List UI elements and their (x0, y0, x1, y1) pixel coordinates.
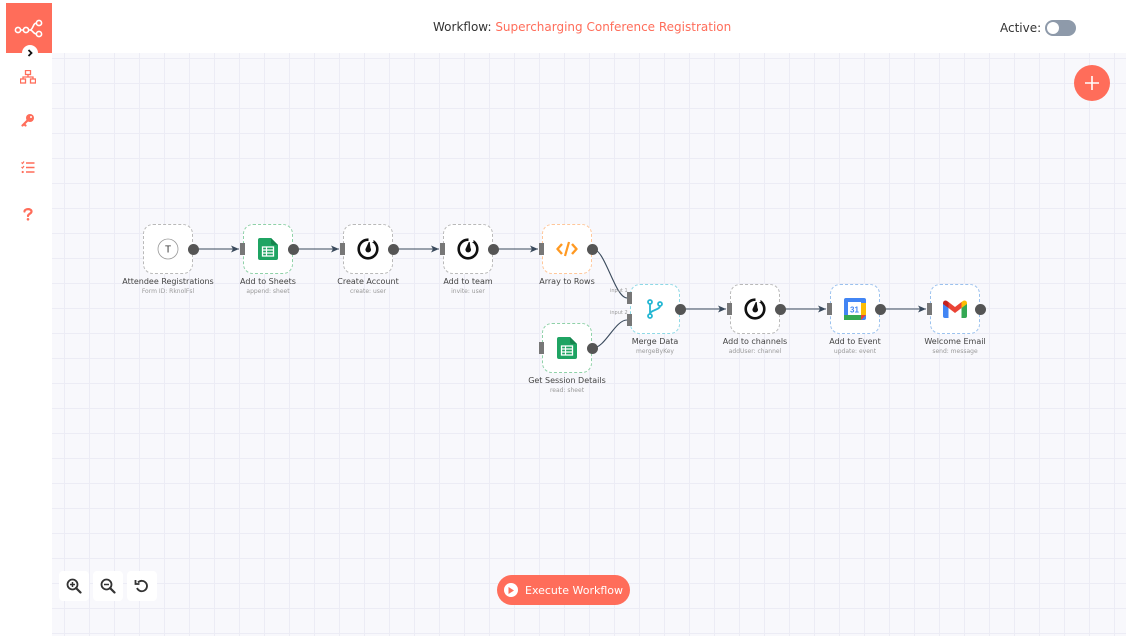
gmail-icon (943, 300, 967, 318)
execute-workflow-label: Execute Workflow (525, 583, 623, 597)
header: Workflow: Supercharging Conference Regis… (52, 0, 1136, 53)
output-port[interactable] (675, 303, 686, 315)
mattermost-icon (457, 238, 479, 260)
arrow-head (818, 305, 826, 313)
node-event[interactable]: 31 (830, 284, 880, 334)
input-port[interactable] (240, 243, 245, 255)
google-calendar-icon: 31 (844, 298, 866, 320)
sidebar-item-credentials[interactable] (18, 110, 38, 130)
mattermost-icon (744, 298, 766, 320)
output-port[interactable] (587, 243, 598, 255)
zoom-in-icon (66, 578, 82, 594)
input-port[interactable] (539, 342, 544, 354)
node-label: Get Session Details (528, 376, 606, 385)
arrow-head (231, 245, 239, 253)
output-port[interactable] (288, 243, 299, 255)
input-port[interactable] (539, 243, 544, 255)
play-icon (504, 583, 518, 597)
svg-text:T: T (165, 245, 171, 256)
workflow-canvas[interactable]: T Attendee Registrations Form ID: RknolFsl… (52, 53, 1126, 636)
node-label: Welcome Email (924, 337, 986, 346)
google-sheets-icon (258, 238, 278, 260)
arrow-head (530, 245, 538, 253)
active-control: Active: (1000, 20, 1077, 36)
arrow-head (918, 305, 926, 313)
expand-sidebar-button[interactable] (22, 45, 38, 61)
network-icon (20, 70, 36, 84)
input-port-2[interactable] (627, 314, 632, 326)
output-port[interactable] (388, 243, 399, 255)
output-port[interactable] (975, 303, 986, 315)
workflow-title-prefix: Workflow: (433, 20, 496, 34)
node-merge[interactable] (630, 284, 680, 334)
workflow-name[interactable]: Supercharging Conference Registration (495, 20, 731, 34)
zoom-out-icon (100, 578, 116, 594)
workflow-title: Workflow: Supercharging Conference Regis… (433, 20, 731, 34)
sidebar-item-executions[interactable] (18, 157, 38, 177)
node-email[interactable] (930, 284, 980, 334)
input-port[interactable] (340, 243, 345, 255)
output-port[interactable] (188, 243, 199, 255)
sidebar-item-help[interactable] (18, 204, 38, 224)
node-subtitle: invite: user (451, 288, 485, 295)
merge-icon (647, 299, 663, 319)
input-label: input 1 (610, 288, 628, 294)
reset-zoom-button[interactable] (127, 571, 157, 601)
arrow-head (431, 245, 439, 253)
input-label: input 2 (610, 310, 628, 316)
output-port[interactable] (875, 303, 886, 315)
node-create[interactable] (343, 224, 393, 274)
question-icon (23, 208, 33, 221)
key-icon (21, 114, 34, 127)
zoom-in-button[interactable] (59, 571, 89, 601)
input-port[interactable] (440, 243, 445, 255)
code-icon (556, 241, 578, 257)
node-team[interactable] (443, 224, 493, 274)
input-port[interactable] (927, 303, 932, 315)
active-label: Active: (1000, 21, 1042, 35)
typeform-icon: T (157, 238, 179, 260)
node-attendee[interactable]: T (143, 224, 193, 274)
undo-icon (134, 579, 148, 593)
logo-icon (14, 19, 43, 38)
add-node-button[interactable] (1074, 65, 1110, 101)
canvas-edge (1126, 53, 1136, 636)
node-label: Array to Rows (539, 277, 595, 286)
node-subtitle: read: sheet (549, 387, 585, 394)
input-port[interactable] (827, 303, 832, 315)
google-sheets-icon (557, 337, 577, 359)
arrow-head (331, 245, 339, 253)
node-subtitle: send: message (932, 348, 978, 355)
chevron-right-icon (27, 49, 33, 57)
toggle-knob (1047, 22, 1060, 34)
plus-icon (1085, 76, 1099, 90)
node-array[interactable] (542, 224, 592, 274)
active-toggle[interactable] (1045, 20, 1077, 36)
mattermost-icon (357, 238, 379, 260)
execute-workflow-button[interactable]: Execute Workflow (497, 575, 630, 605)
output-port[interactable] (488, 243, 499, 255)
svg-text:31: 31 (850, 306, 859, 315)
n8n-editor: Workflow: Supercharging Conference Regis… (0, 0, 1136, 636)
zoom-out-button[interactable] (93, 571, 123, 601)
node-channels[interactable] (730, 284, 780, 334)
arrow-head (718, 305, 726, 313)
output-port[interactable] (775, 303, 786, 315)
input-port[interactable] (727, 303, 732, 315)
input-port-1[interactable] (627, 292, 632, 304)
sidebar-item-workflows[interactable] (18, 67, 38, 87)
node-sheets1[interactable] (243, 224, 293, 274)
sidebar (0, 0, 52, 636)
tasks-icon (21, 161, 35, 174)
